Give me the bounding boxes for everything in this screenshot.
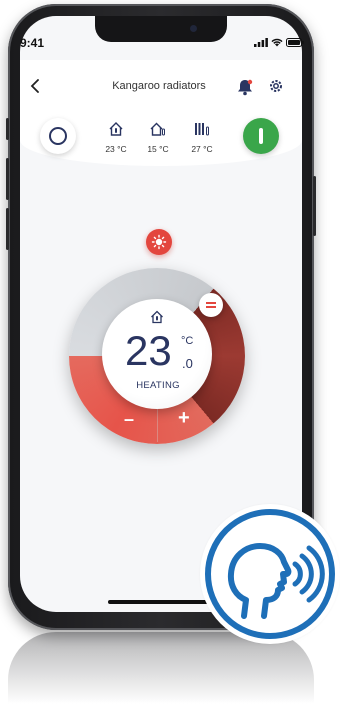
settings-button[interactable] [268, 78, 284, 99]
status-time: 9:41 [20, 36, 45, 50]
on-button[interactable] [243, 118, 279, 154]
page-title: Kangaroo radiators [112, 80, 206, 92]
power-off-icon [49, 127, 67, 145]
battery-icon [286, 38, 304, 47]
increase-button[interactable]: + [178, 407, 190, 430]
status-icons [254, 38, 304, 47]
bell-icon [238, 79, 253, 96]
phone-volume-up [6, 158, 9, 200]
radiator-icon [195, 123, 209, 136]
preset-away[interactable]: 15 °C [136, 121, 180, 154]
phone-volume-down [6, 208, 9, 250]
preset-comfort-temp: 23 °C [105, 144, 127, 154]
power-on-icon [259, 128, 263, 144]
chevron-left-icon [30, 79, 39, 93]
preset-radiator[interactable]: 27 °C [180, 121, 224, 154]
gear-icon [270, 80, 282, 92]
preset-comfort[interactable]: 23 °C [94, 121, 138, 154]
temperature-unit: °C [181, 335, 194, 347]
dial-handle[interactable] [199, 293, 223, 317]
temperature-decimal: .0 [182, 356, 193, 371]
notch [95, 16, 227, 42]
off-button[interactable] [40, 118, 76, 154]
decrease-button[interactable]: – [124, 409, 134, 430]
signal-icon [254, 38, 268, 47]
notifications-button[interactable] [237, 78, 253, 101]
preset-away-temp: 15 °C [147, 144, 169, 154]
heat-mode-button[interactable] [146, 229, 172, 255]
wifi-icon [271, 38, 283, 47]
mode-label: HEATING [136, 380, 180, 391]
away-icon [150, 122, 165, 136]
temperature-value: 23 [125, 327, 172, 374]
voice-badge [200, 504, 340, 644]
sun-icon [151, 234, 167, 250]
phone-side-button [6, 118, 9, 140]
home-thermometer-icon [109, 122, 123, 136]
voice-control-icon [205, 509, 335, 639]
phone-power-button [313, 176, 316, 236]
home-indicator [108, 600, 212, 604]
back-button[interactable] [30, 78, 40, 96]
preset-radiator-temp: 27 °C [191, 144, 213, 154]
equals-icon [206, 302, 216, 304]
